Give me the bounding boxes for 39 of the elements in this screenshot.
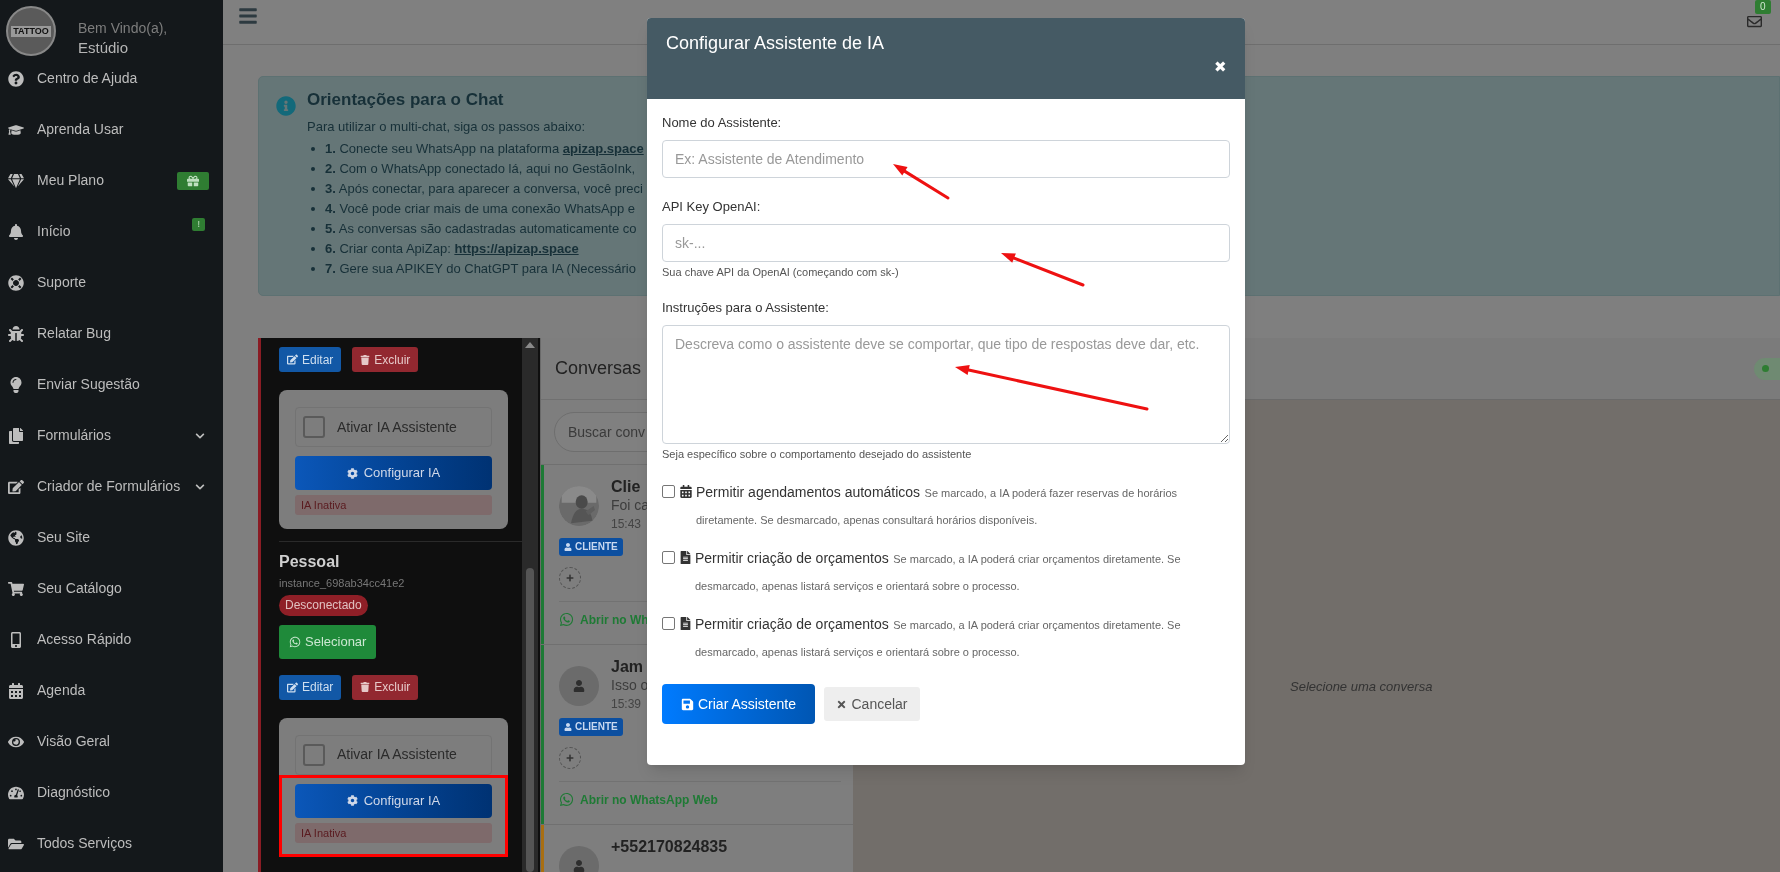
guide-step: 3. Após conectar, para aparecer a conversa, você preci (325, 179, 643, 199)
client-tag: CLIENTE (559, 718, 623, 736)
field-label: Nome do Assistente: (662, 114, 783, 132)
option-text: Permitir criação de orçamentos Se marcado, a IA poderá criar orçamentos diretamente. Se desmarcado, apenas listará serviços e orientará sobre o processo. (695, 615, 1182, 660)
message-time: 15:39 (611, 696, 643, 713)
modal-title: Configurar Assistente de IA (666, 33, 885, 53)
empty-chat-text: Selecione uma conversa (1290, 679, 1433, 694)
notice-badge: ! (192, 218, 205, 231)
status-label: IA Inativa (295, 495, 492, 515)
connection-status: Desconectado (279, 594, 368, 616)
greeting-text: Bem Vindo(a), (78, 19, 168, 38)
client-tag: CLIENTE (559, 538, 623, 556)
status-label: IA Inativa (295, 822, 492, 843)
contact-name: Jam (611, 657, 645, 676)
guide-step: 7. Gere sua APIKEY do ChatGPT para IA (Necessário (325, 259, 636, 279)
field-label: API Key OpenAI: (662, 198, 762, 216)
logo: TATTOO (6, 6, 56, 56)
field-label: Instruções para o Assistente: (662, 299, 830, 317)
mail-count: 0 (1755, 0, 1771, 14)
guide-step: 6. Criar conta ApiZap: https://apizap.space (325, 239, 579, 259)
guide-step: 1. Conecte seu WhatsApp na plataforma apizap.space (325, 139, 644, 159)
checkbox-label: Ativar IA Assistente (337, 745, 457, 764)
user-name: Estúdio (78, 38, 130, 58)
field-hint: Sua chave API da OpenAI (começando com sk-) (662, 265, 900, 279)
guide-step: 4. Você pode criar mais de uma conexão WhatsApp e (325, 199, 636, 219)
option-text: Permitir agendamentos automáticos Se marcado, a IA poderá fazer reservas de horários diretamente. Se desmarcado, apenas consultará horários disponíveis. (696, 483, 1179, 528)
panel-title: Conversas (555, 357, 642, 380)
message-time: 15:43 (611, 516, 643, 533)
instance-name: Pessoal (279, 552, 340, 572)
guide-step: 2. Com o WhatsApp conectado lá, aqui no GestãoInk, (325, 159, 636, 179)
field-hint: Seja específico sobre o comportamento desejado do assistente (662, 447, 973, 461)
option-text: Permitir criação de orçamentos Se marcado, a IA poderá criar orçamentos diretamente. Se desmarcado, apenas listará serviços e orientará sobre o processo. (695, 549, 1182, 594)
guide-intro: Para utilizar o multi-chat, siga os passos abaixo: (307, 118, 587, 136)
guide-title: Orientações para o Chat (307, 89, 505, 111)
contact-name: +552170824835 (611, 837, 728, 856)
contact-name: Clie (611, 477, 642, 496)
guide-step: 5. As conversas são cadastradas automaticamente co (325, 219, 637, 239)
checkbox-label: Ativar IA Assistente (337, 417, 457, 437)
instance-id: instance_698ab34cc41e2 (279, 576, 405, 591)
